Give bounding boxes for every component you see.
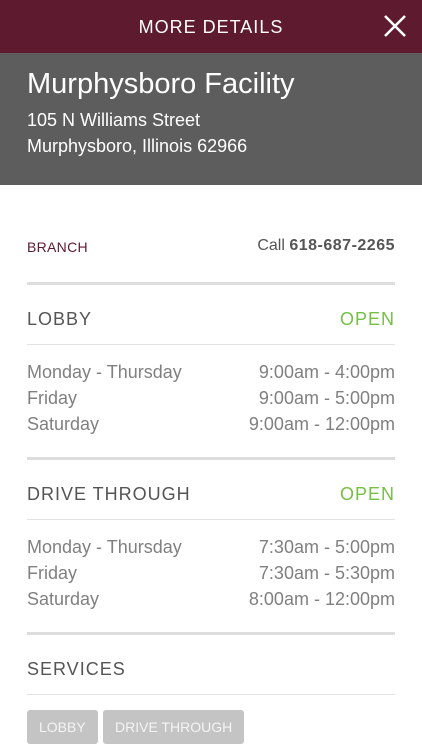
lobby-hours-row: Friday 9:00am - 5:00pm <box>27 388 395 412</box>
facility-name: Murphysboro Facility <box>27 68 295 100</box>
drive-through-hours-row: Monday - Thursday 7:30am - 5:00pm <box>27 537 395 561</box>
divider <box>27 457 395 460</box>
hours-day: Saturday <box>27 414 100 434</box>
divider <box>27 694 395 695</box>
hours-time: 9:00am - 4:00pm <box>258 362 395 382</box>
address-line-2: Murphysboro, Illinois 62966 <box>27 136 248 156</box>
hours-day: Monday - Thursday <box>27 537 182 557</box>
call-link[interactable]: Call 618-687-2265 <box>257 237 395 255</box>
hours-day: Friday <box>27 563 78 583</box>
lobby-status-badge: OPEN <box>339 309 395 329</box>
hours-time: 8:00am - 12:00pm <box>248 589 395 609</box>
top-bar: MORE DETAILS <box>0 0 422 53</box>
facility-header: Murphysboro Facility 105 N Williams Stre… <box>0 53 422 185</box>
hours-time: 9:00am - 12:00pm <box>248 414 395 434</box>
hours-day: Saturday <box>27 589 100 609</box>
divider <box>27 632 395 635</box>
drive-through-hours-row: Friday 7:30am - 5:30pm <box>27 563 395 587</box>
service-chip-lobby[interactable]: LOBBY <box>27 710 98 744</box>
call-prefix: Call <box>257 237 285 254</box>
branch-row: BRANCH Call 618-687-2265 <box>27 237 395 257</box>
hours-day: Friday <box>27 388 78 408</box>
services-title: SERVICES <box>27 659 126 679</box>
hours-time: 7:30am - 5:30pm <box>258 563 395 583</box>
hours-time: 9:00am - 5:00pm <box>258 388 395 408</box>
close-icon[interactable] <box>382 13 408 39</box>
lobby-title: LOBBY <box>27 309 93 329</box>
branch-label: BRANCH <box>27 239 88 255</box>
divider <box>27 282 395 285</box>
divider <box>27 519 395 520</box>
service-chip-drive-through[interactable]: DRIVE THROUGH <box>103 710 245 744</box>
drive-through-hours-row: Saturday 8:00am - 12:00pm <box>27 589 395 613</box>
drive-through-status-badge: OPEN <box>339 484 395 504</box>
page-title: MORE DETAILS <box>138 17 284 37</box>
hours-day: Monday - Thursday <box>27 362 182 382</box>
lobby-hours-row: Saturday 9:00am - 12:00pm <box>27 414 395 438</box>
drive-through-title: DRIVE THROUGH <box>27 484 191 504</box>
address-line-1: 105 N Williams Street <box>27 110 201 130</box>
hours-time: 7:30am - 5:00pm <box>258 537 395 557</box>
lobby-hours-row: Monday - Thursday 9:00am - 4:00pm <box>27 362 395 386</box>
phone-number[interactable]: 618-687-2265 <box>289 237 395 254</box>
divider <box>27 344 395 345</box>
